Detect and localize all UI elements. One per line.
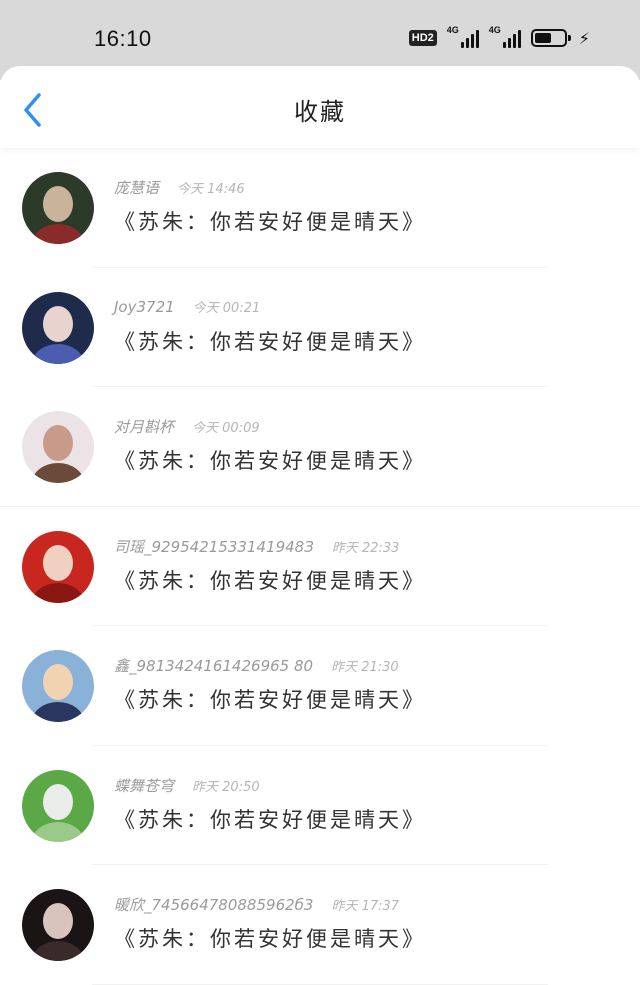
favorite-title: 《苏朱：你若安好便是晴天》 [114, 807, 426, 832]
list-item[interactable]: 蝶舞苍穹 昨天 20:50 《苏朱：你若安好便是晴天》 [0, 746, 640, 865]
list-item[interactable]: 司瑶_9295421533141948З 昨天 22:33 《苏朱：你若安好便是… [0, 507, 640, 626]
header: 收藏 [0, 66, 640, 148]
avatar[interactable] [22, 650, 94, 722]
list-item[interactable]: 鑫_9813424161426965 80 昨天 21:30 《苏朱：你若安好便… [0, 626, 640, 746]
timestamp: 今天 14:46 [177, 182, 245, 197]
list-item[interactable]: 对月斟杯 今天 00:09 《苏朱：你若安好便是晴天》 [0, 387, 640, 507]
favorite-title: 《苏朱：你若安好便是晴天》 [114, 568, 426, 593]
favorite-title: 《苏朱：你若安好便是晴天》 [114, 449, 426, 473]
username[interactable]: 鑫_9813424161426965 80 [114, 655, 313, 676]
timestamp: 今天 00:21 [192, 300, 261, 316]
charging-icon: ⚡ [578, 28, 590, 48]
timestamp: 昨天 21:30 [331, 660, 399, 675]
favorite-title: 《苏朱：你若安好便是晴天》 [114, 688, 426, 712]
timestamp: 今天 00:09 [192, 421, 260, 436]
list-item[interactable]: Joy3721 今天 00:21 《苏朱：你若安好便是晴天》 [0, 268, 640, 387]
username[interactable]: 蝶舞苍穹 [114, 775, 174, 796]
status-time: 16:10 [94, 26, 152, 51]
list-item[interactable]: 庞慧语 今天 14:46 《苏朱：你若安好便是晴天》 [0, 148, 640, 268]
username[interactable]: 暖欣_745664780885962б3 [114, 894, 313, 915]
timestamp: 昨天 20:50 [192, 779, 260, 795]
username[interactable]: 庞慧语 [114, 177, 159, 198]
hd-icon: HD2 [408, 30, 437, 46]
favorite-title: 《苏朱：你若安好便是晴天》 [114, 329, 426, 354]
avatar[interactable] [22, 411, 94, 483]
avatar[interactable] [22, 769, 94, 842]
favorite-title: 《苏朱：你若安好便是晴天》 [114, 927, 426, 951]
avatar[interactable] [22, 530, 94, 603]
timestamp: 昨天 17:37 [331, 899, 400, 914]
favorite-title: 《苏朱：你若安好便是晴天》 [114, 210, 426, 234]
page-title: 收藏 [294, 98, 346, 126]
avatar[interactable] [22, 291, 94, 364]
avatar[interactable] [22, 172, 94, 244]
signal-icon: 4G [489, 25, 521, 48]
username[interactable]: 对月斟杯 [114, 416, 174, 437]
signal-icon: 4G [447, 25, 479, 48]
username[interactable]: Joy3721 [114, 298, 175, 316]
list-item[interactable]: 暖欣_745664780885962б3 昨天 17:37 《苏朱：你若安好便是… [0, 865, 640, 985]
battery-icon [530, 29, 571, 47]
avatar[interactable] [22, 889, 94, 961]
status-icons: HD2 4G 4G ⚡ [408, 25, 590, 48]
favorites-list: 庞慧语 今天 14:46 《苏朱：你若安好便是晴天》 Joy3721 今天 00… [0, 148, 640, 985]
username[interactable]: 司瑶_9295421533141948З [114, 536, 314, 557]
divider [92, 983, 548, 985]
timestamp: 昨天 22:33 [331, 540, 400, 556]
